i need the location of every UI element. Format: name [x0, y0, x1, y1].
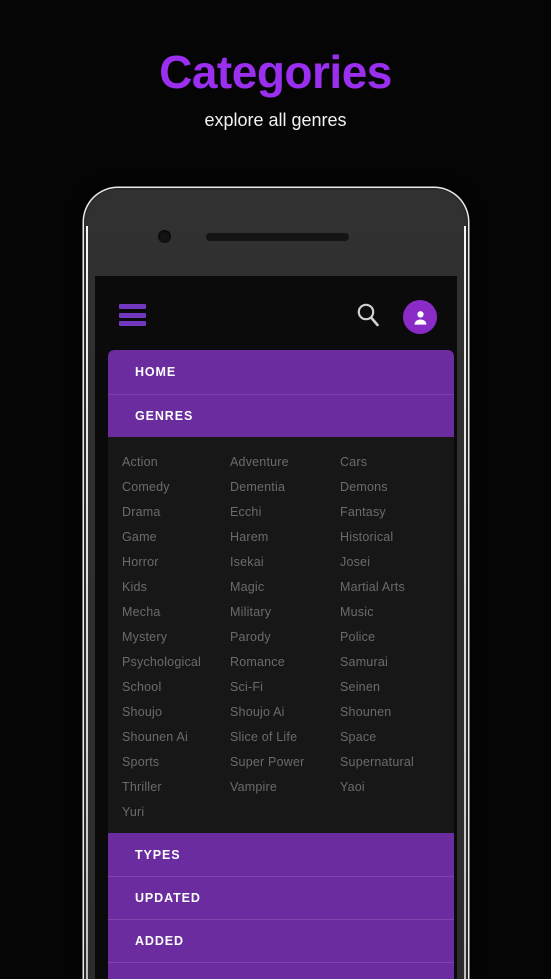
search-icon[interactable] [355, 301, 381, 329]
genre-item[interactable]: Sci-Fi [230, 675, 340, 700]
genre-item[interactable]: Cars [340, 450, 454, 475]
genre-item[interactable]: Thriller [122, 775, 230, 800]
hamburger-bar [119, 312, 146, 318]
phone-left-bezel [86, 226, 88, 979]
phone-body: HOME GENRES Action Adventure Cars Comedy Dem… [86, 190, 466, 979]
genre-item[interactable]: Mystery [122, 625, 230, 650]
drawer-item-ongoing[interactable]: ONGOING [108, 962, 454, 979]
hero-header: Categories explore all genres [0, 0, 551, 180]
genre-item[interactable]: Shoujo [122, 700, 230, 725]
genres-grid: Action Adventure Cars Comedy Dementia Demons D… [108, 450, 454, 825]
genre-item[interactable]: Mecha [122, 600, 230, 625]
genre-item[interactable]: Vampire [230, 775, 340, 800]
page-title: Categories [159, 46, 392, 98]
genre-item[interactable]: Game [122, 525, 230, 550]
avatar[interactable] [403, 300, 437, 334]
genre-item[interactable]: Shounen [340, 700, 454, 725]
genre-item[interactable]: Seinen [340, 675, 454, 700]
genre-item[interactable]: Magic [230, 575, 340, 600]
genre-item[interactable]: Parody [230, 625, 340, 650]
earpiece-speaker-grill-icon [206, 233, 349, 241]
genre-item[interactable]: Yuri [122, 800, 230, 825]
drawer-item-updated[interactable]: UPDATED [108, 876, 454, 919]
genre-item[interactable]: Isekai [230, 550, 340, 575]
genre-item[interactable]: Space [340, 725, 454, 750]
genre-item[interactable]: Fantasy [340, 500, 454, 525]
genre-item[interactable]: Martial Arts [340, 575, 454, 600]
genre-item[interactable]: Kids [122, 575, 230, 600]
genre-item[interactable]: Josei [340, 550, 454, 575]
drawer-bottom-items: TYPES UPDATED ADDED ONGOING [108, 833, 454, 979]
genre-item[interactable]: Drama [122, 500, 230, 525]
genre-item[interactable]: Psychological [122, 650, 230, 675]
genre-item[interactable]: Supernatural [340, 750, 454, 775]
genre-item[interactable]: Harem [230, 525, 340, 550]
navigation-drawer: HOME GENRES Action Adventure Cars Comedy Dem… [108, 350, 454, 979]
genre-item[interactable]: School [122, 675, 230, 700]
page-root: Categories explore all genres HOME GENRE… [0, 0, 551, 979]
drawer-item-added[interactable]: ADDED [108, 919, 454, 962]
genre-item[interactable]: Yaoi [340, 775, 454, 800]
hamburger-menu-icon[interactable] [119, 304, 146, 326]
genre-item[interactable]: Police [340, 625, 454, 650]
genre-item[interactable]: Military [230, 600, 340, 625]
genre-item[interactable]: Historical [340, 525, 454, 550]
phone-screen: HOME GENRES Action Adventure Cars Comedy Dem… [95, 276, 457, 979]
phone-right-bezel [464, 226, 466, 979]
front-camera-dot-icon [158, 230, 171, 243]
genre-item[interactable]: Shounen Ai [122, 725, 230, 750]
genre-item[interactable]: Dementia [230, 475, 340, 500]
genre-item[interactable]: Action [122, 450, 230, 475]
genres-panel: Action Adventure Cars Comedy Dementia Demons D… [108, 437, 454, 833]
hamburger-bar [119, 304, 146, 309]
genre-item[interactable]: Music [340, 600, 454, 625]
drawer-item-types[interactable]: TYPES [108, 833, 454, 876]
drawer-item-genres[interactable]: GENRES [108, 394, 454, 437]
genre-item[interactable]: Horror [122, 550, 230, 575]
genre-item[interactable]: Romance [230, 650, 340, 675]
genre-item[interactable]: Ecchi [230, 500, 340, 525]
phone-mockup: HOME GENRES Action Adventure Cars Comedy Dem… [84, 188, 468, 979]
genre-item[interactable]: Adventure [230, 450, 340, 475]
genre-item[interactable]: Demons [340, 475, 454, 500]
genre-item[interactable]: Super Power [230, 750, 340, 775]
drawer-item-home[interactable]: HOME [108, 350, 454, 394]
hamburger-bar [119, 321, 146, 326]
genre-item[interactable]: Slice of Life [230, 725, 340, 750]
user-avatar-icon [414, 310, 426, 325]
genre-item[interactable]: Sports [122, 750, 230, 775]
app-bar [95, 276, 457, 354]
page-subtitle: explore all genres [204, 110, 347, 131]
genre-item[interactable]: Comedy [122, 475, 230, 500]
genre-item[interactable]: Shoujo Ai [230, 700, 340, 725]
genre-item[interactable]: Samurai [340, 650, 454, 675]
